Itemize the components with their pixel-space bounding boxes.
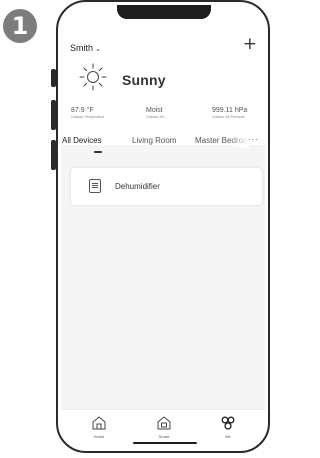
- home-selector[interactable]: Smith ⌄: [70, 43, 101, 53]
- phone: Smith ⌄ + Sunny 87.9 °F Outdoor Temperat…: [52, 0, 274, 458]
- tabbar-label: Me: [225, 434, 231, 439]
- home-indicator: [133, 441, 197, 444]
- tabbar-smart[interactable]: Smart: [149, 415, 179, 439]
- smart-icon: [157, 416, 171, 430]
- weather-condition: Sunny: [122, 72, 166, 88]
- tabbar-me[interactable]: Me: [213, 415, 243, 439]
- device-name: Dehumidifier: [115, 182, 160, 191]
- more-tabs-button[interactable]: ···: [248, 135, 259, 144]
- weather-stat-humidity: Moist Outdoor Hu...: [146, 107, 167, 119]
- stat-value: Moist: [146, 107, 163, 114]
- weather-stat-pressure: 999.11 hPa Outdoor Air Pressure: [212, 107, 247, 119]
- phone-notch: [117, 5, 211, 19]
- home-name: Smith: [70, 43, 94, 53]
- stat-label: Outdoor Hu...: [146, 115, 168, 119]
- app-screen: Smith ⌄ + Sunny 87.9 °F Outdoor Temperat…: [61, 5, 265, 448]
- tabs-fade: [229, 134, 249, 148]
- stat-label: Outdoor Air Pressure: [212, 115, 245, 119]
- tabbar-label: Smart: [158, 434, 170, 439]
- tab-living-room[interactable]: Living Room: [132, 136, 176, 145]
- stat-label: Outdoor Temperature: [71, 115, 105, 119]
- add-button[interactable]: +: [243, 36, 257, 53]
- weather-stat-temperature: 87.9 °F Outdoor Temperature: [71, 107, 104, 119]
- stat-value: 999.11 hPa: [212, 107, 248, 114]
- device-card-dehumidifier[interactable]: Dehumidifier: [71, 168, 262, 205]
- tabbar-home[interactable]: Home: [84, 415, 114, 439]
- phone-frame: Smith ⌄ + Sunny 87.9 °F Outdoor Temperat…: [56, 0, 270, 453]
- step-number-badge: 1: [3, 9, 37, 43]
- dehumidifier-icon: [89, 179, 101, 193]
- chevron-down-icon: ⌄: [95, 46, 101, 53]
- active-tab-indicator: [94, 151, 102, 153]
- tab-all-devices[interactable]: All Devices: [62, 136, 102, 145]
- me-icon: [221, 416, 235, 430]
- sun-icon: [79, 63, 107, 91]
- tabbar-label: Home: [93, 434, 105, 439]
- stat-value: 87.9 °F: [71, 107, 94, 114]
- home-icon: [92, 416, 106, 430]
